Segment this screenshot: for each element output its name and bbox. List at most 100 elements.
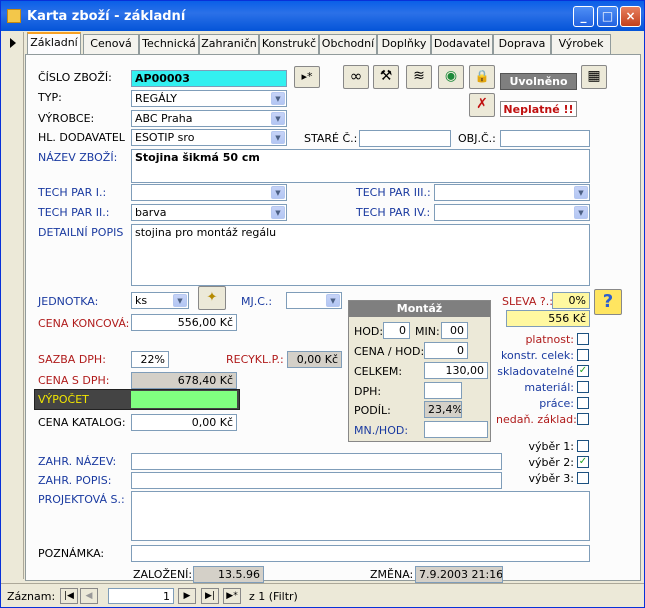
tech-par-4-select[interactable]: ▼ <box>434 204 590 221</box>
flag-konstr-checkbox[interactable] <box>577 349 589 361</box>
label-sazba-dph: SAZBA DPH: <box>38 353 106 366</box>
label-cena-s-dph: CENA S DPH: <box>38 374 110 387</box>
tech-par-3-select[interactable]: ▼ <box>434 184 590 201</box>
montaz-podil-field: 23,4% <box>424 401 462 418</box>
label-typ: TYP: <box>38 91 62 104</box>
globe-button[interactable]: ◉ <box>438 65 464 89</box>
montaz-mn-hod-field[interactable] <box>424 421 488 438</box>
map-button[interactable]: ≋ <box>406 65 432 89</box>
wand-button[interactable]: ✦ <box>198 286 226 310</box>
detailni-popis-field[interactable]: stojina pro montáž regálu <box>131 224 590 286</box>
tech-par-2-select[interactable]: barva ▼ <box>131 204 287 221</box>
poznamka-field[interactable] <box>131 545 590 562</box>
label-mjc: MJ.C.: <box>241 295 273 308</box>
cena-koncova-field[interactable]: 556,00 Kč <box>131 314 237 331</box>
recykl-field[interactable]: 0,00 Kč <box>287 351 342 368</box>
obj-cislo-field[interactable] <box>500 130 590 147</box>
tab-doprava[interactable]: Doprava <box>493 34 551 54</box>
vypocet-field[interactable] <box>131 391 237 408</box>
vyber-3-label: výběr 3: <box>528 472 575 485</box>
chevron-down-icon[interactable]: ▼ <box>574 186 588 199</box>
flag-prace-checkbox[interactable] <box>577 397 589 409</box>
flag-skladovatelne-checkbox[interactable]: ✓ <box>577 365 589 377</box>
projektova-field[interactable] <box>131 491 590 541</box>
next-record-button[interactable]: ▸* <box>294 66 320 88</box>
sleva-pct-field[interactable]: 0% <box>552 292 590 309</box>
flag-material-checkbox[interactable] <box>577 381 589 393</box>
zahr-nazev-field[interactable] <box>131 453 502 470</box>
tab-konstrukcni[interactable]: Konstrukč <box>259 34 319 54</box>
label-tech-par-2: TECH PAR II.: <box>38 206 110 219</box>
nazev-zbozi-field[interactable]: Stojina šikmá 50 cm <box>131 149 590 183</box>
chevron-down-icon[interactable]: ▼ <box>326 294 340 307</box>
tab-dodavatel[interactable]: Dodavatel <box>431 34 493 54</box>
jednotka-select[interactable]: ks ▼ <box>131 292 189 309</box>
label-podil: PODÍL: <box>354 404 391 417</box>
montaz-dph-field[interactable] <box>424 382 462 399</box>
sazba-dph-field[interactable]: 22% <box>131 351 169 368</box>
zahr-popis-field[interactable] <box>131 472 502 489</box>
vyber-2-checkbox[interactable]: ✓ <box>577 456 589 468</box>
minimize-button[interactable]: _ <box>573 6 594 27</box>
tab-doplnky[interactable]: Doplňky <box>377 34 431 54</box>
lock-button[interactable]: 🔒 <box>469 65 495 89</box>
flag-prace-label: práce: <box>539 397 574 410</box>
hl-dodavatel-select[interactable]: ESOTIP sro ▼ <box>131 129 287 146</box>
flag-skladovatelne-label: skladovatelné <box>497 365 574 378</box>
first-record-button[interactable]: |◀ <box>60 588 78 604</box>
vyrobce-select[interactable]: ABC Praha ▼ <box>131 110 287 127</box>
tech-par-1-select[interactable]: ▼ <box>131 184 287 201</box>
flag-nedan-checkbox[interactable] <box>577 413 589 425</box>
vyber-1-label: výběr 1: <box>528 440 575 453</box>
tab-vyrobek[interactable]: Výrobek <box>551 34 611 54</box>
last-record-button[interactable]: ▶| <box>201 588 219 604</box>
cena-katalog-field[interactable]: 0,00 Kč <box>131 414 237 431</box>
window: Karta zboží - základní _ □ × Základní Ce… <box>0 0 645 608</box>
chevron-down-icon[interactable]: ▼ <box>574 206 588 219</box>
help-button[interactable]: ? <box>594 289 622 315</box>
chevron-down-icon[interactable]: ▼ <box>271 131 285 144</box>
map-icon: ≋ <box>413 68 425 84</box>
cislo-zbozi-field[interactable]: AP00003 <box>131 70 287 87</box>
label-vyrobce: VÝROBCE: <box>38 112 95 125</box>
label-tech-par-3: TECH PAR III.: <box>356 186 431 199</box>
typ-select[interactable]: REGÁLY ▼ <box>131 90 287 107</box>
montaz-celkem-field[interactable]: 130,00 <box>424 362 488 379</box>
label-min: MIN: <box>415 325 440 338</box>
sleva-value-field[interactable]: 556 Kč <box>506 310 590 327</box>
new-record-button[interactable]: ▶* <box>223 588 241 604</box>
record-selector[interactable] <box>4 32 24 579</box>
chevron-down-icon[interactable]: ▼ <box>271 92 285 105</box>
tools-button[interactable]: ⚒ <box>373 65 399 89</box>
help-icon: ? <box>602 291 614 312</box>
stare-cislo-field[interactable] <box>359 130 451 147</box>
chevron-down-icon[interactable]: ▼ <box>173 294 187 307</box>
montaz-cena-hod-field[interactable]: 0 <box>424 342 468 359</box>
prev-record-button[interactable]: ◀ <box>80 588 98 604</box>
next-record-nav-button[interactable]: ▶ <box>178 588 196 604</box>
chevron-down-icon[interactable]: ▼ <box>271 206 285 219</box>
tab-zakladni[interactable]: Základní <box>27 32 81 54</box>
chevron-down-icon[interactable]: ▼ <box>271 112 285 125</box>
invalid-toggle-button[interactable]: ✗ <box>469 93 495 117</box>
tab-obchodni[interactable]: Obchodní <box>319 34 377 54</box>
vyber-1-checkbox[interactable] <box>577 440 589 452</box>
montaz-min-field[interactable]: 00 <box>441 322 468 339</box>
label-zahr-nazev: ZAHR. NÁZEV: <box>38 455 117 468</box>
glasses-button[interactable]: ∞ <box>343 65 369 89</box>
mjc-select[interactable]: ▼ <box>286 292 342 309</box>
label-stare: STARÉ Č.: <box>304 132 358 145</box>
calculator-button[interactable]: ▦ <box>581 65 607 89</box>
record-total: z 1 (Filtr) <box>249 590 298 603</box>
tab-zahranicni[interactable]: Zahraničn <box>199 34 259 54</box>
tab-technicka[interactable]: Technická <box>139 34 199 54</box>
tab-cenova[interactable]: Cenová <box>83 34 139 54</box>
montaz-title: Montáž <box>349 301 490 317</box>
close-button[interactable]: × <box>620 6 641 27</box>
montaz-hod-field[interactable]: 0 <box>383 322 410 339</box>
record-number-input[interactable]: 1 <box>108 588 174 604</box>
flag-platnost-checkbox[interactable] <box>577 333 589 345</box>
maximize-button[interactable]: □ <box>597 6 618 27</box>
vyber-3-checkbox[interactable] <box>577 472 589 484</box>
chevron-down-icon[interactable]: ▼ <box>271 186 285 199</box>
